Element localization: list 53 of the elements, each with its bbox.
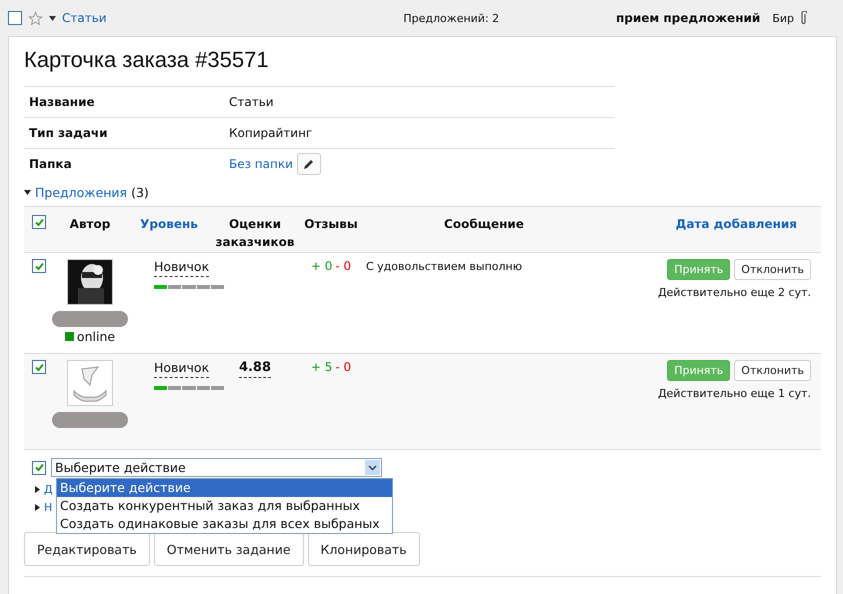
action-button[interactable]: Редактировать <box>24 532 150 566</box>
decline-button[interactable]: Отклонить <box>734 259 811 280</box>
negative-reviews: - 0 <box>335 259 352 273</box>
caret-icon <box>34 504 41 511</box>
checkbox[interactable] <box>32 259 46 273</box>
chevron-down-icon <box>368 464 377 470</box>
checkbox[interactable] <box>32 360 46 374</box>
star-icon[interactable] <box>28 10 43 26</box>
level-name[interactable]: Новичок <box>154 259 210 277</box>
validity-text: Действительно еще 1 сут. <box>658 387 811 400</box>
paperclip-icon[interactable] <box>800 11 807 25</box>
online-indicator <box>64 332 74 341</box>
edit-button[interactable] <box>296 153 321 175</box>
checkbox[interactable] <box>32 460 46 474</box>
positive-reviews: + 0 <box>310 259 332 273</box>
decline-button[interactable]: Отклонить <box>734 360 811 381</box>
action-button[interactable]: Отменить задание <box>154 532 304 566</box>
column-header: Отзывы <box>303 216 359 233</box>
online-status: online <box>76 329 116 344</box>
breadcrumb-link[interactable]: Статьи <box>62 11 107 25</box>
column-header: Оценки заказчиков <box>214 216 296 251</box>
level-name[interactable]: Новичок <box>154 360 210 378</box>
section-link[interactable]: Д <box>44 483 53 496</box>
field-label: Папка <box>28 157 73 171</box>
validity-text: Действительно еще 2 сут. <box>658 286 811 299</box>
column-header[interactable]: Уровень <box>126 215 212 252</box>
negative-reviews: - 0 <box>335 360 352 374</box>
column-header[interactable]: Дата добавления <box>604 215 821 252</box>
column-header: Автор <box>68 216 112 233</box>
order-status: прием предложений <box>616 11 760 25</box>
offers-count: Предложений: 2 <box>402 12 500 24</box>
section-link[interactable]: Н <box>44 501 52 514</box>
field-label: Тип задачи <box>28 126 109 140</box>
pencil-icon <box>303 158 314 170</box>
proposals-count: (3) <box>131 185 149 200</box>
rating[interactable]: 4.88 <box>238 360 272 378</box>
checkbox[interactable] <box>8 11 22 25</box>
action-button[interactable]: Клонировать <box>308 532 420 566</box>
field-value: Статьи <box>229 95 274 109</box>
dropdown-option[interactable]: Выберите действие <box>57 479 392 497</box>
folder-link[interactable]: Без папки <box>229 157 293 171</box>
action-select[interactable]: Выберите действие <box>51 458 382 477</box>
caret-icon <box>34 486 41 493</box>
proposals-link[interactable]: Предложения <box>35 185 128 200</box>
page-title: Карточка заказа #35571 <box>24 47 270 73</box>
column-header: Сообщение <box>443 216 525 233</box>
field-value: Копирайтинг <box>229 126 312 140</box>
caret-icon[interactable] <box>49 16 56 20</box>
message-text: С удовольствием выполню <box>366 260 522 273</box>
user-name: Бир <box>772 12 794 24</box>
positive-reviews: + 5 <box>310 360 332 374</box>
checkbox[interactable] <box>32 215 46 229</box>
field-label: Название <box>28 95 96 109</box>
